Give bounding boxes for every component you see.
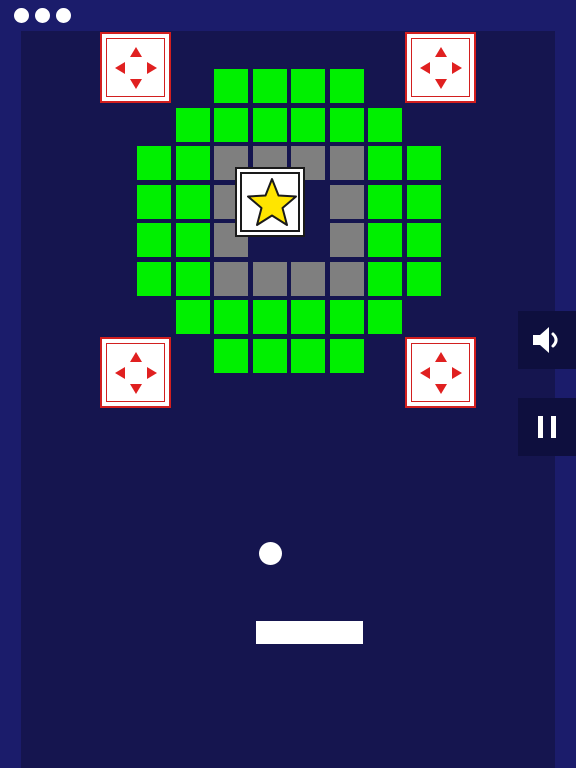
green-brick — [137, 184, 171, 219]
green-brick — [329, 300, 364, 334]
green-brick — [291, 107, 325, 142]
green-brick — [368, 184, 402, 219]
green-brick — [137, 146, 171, 180]
green-brick — [214, 107, 248, 142]
green-brick — [214, 300, 248, 334]
speaker-icon — [529, 322, 565, 358]
green-brick — [252, 69, 287, 103]
four-arrows-icon — [414, 346, 468, 400]
green-brick — [175, 261, 210, 296]
green-brick — [252, 338, 287, 373]
gray-brick — [252, 261, 287, 296]
green-brick — [368, 223, 402, 257]
gray-brick — [329, 261, 364, 296]
pause-icon — [532, 414, 562, 440]
ball — [259, 542, 282, 565]
green-brick — [291, 338, 325, 373]
green-brick — [214, 338, 248, 373]
gray-brick — [291, 261, 325, 296]
gray-brick — [329, 146, 364, 180]
four-arrows-icon — [109, 41, 163, 95]
green-brick — [214, 69, 248, 103]
star-brick — [234, 166, 305, 237]
green-brick — [406, 223, 441, 257]
star-icon — [243, 174, 301, 232]
move-brick-bottom-left — [100, 337, 171, 408]
green-brick — [406, 146, 441, 180]
four-arrows-icon — [414, 41, 468, 95]
green-brick — [175, 146, 210, 180]
green-brick — [291, 300, 325, 334]
green-brick — [252, 300, 287, 334]
green-brick — [368, 300, 402, 334]
green-brick — [368, 261, 402, 296]
four-arrows-icon — [109, 346, 163, 400]
green-brick — [406, 261, 441, 296]
move-brick-bottom-right — [405, 337, 476, 408]
green-brick — [329, 69, 364, 103]
green-brick — [291, 69, 325, 103]
green-brick — [175, 300, 210, 334]
move-brick-top-right — [405, 32, 476, 103]
move-brick-top-left — [100, 32, 171, 103]
gray-brick — [329, 223, 364, 257]
menu-dots-button[interactable] — [14, 7, 71, 23]
green-brick — [175, 107, 210, 142]
green-brick — [406, 184, 441, 219]
pause-button[interactable] — [518, 398, 576, 456]
sound-button[interactable] — [518, 311, 576, 369]
playfield[interactable] — [21, 31, 555, 768]
more-dots-icon — [14, 7, 29, 23]
green-brick — [329, 107, 364, 142]
more-dots-icon — [35, 7, 50, 23]
green-brick — [252, 107, 287, 142]
green-brick — [329, 338, 364, 373]
green-brick — [368, 107, 402, 142]
green-brick — [368, 146, 402, 180]
gray-brick — [329, 184, 364, 219]
more-dots-icon — [56, 7, 71, 23]
green-brick — [175, 223, 210, 257]
green-brick — [175, 184, 210, 219]
paddle[interactable] — [256, 621, 363, 644]
green-brick — [137, 223, 171, 257]
green-brick — [137, 261, 171, 296]
gray-brick — [214, 261, 248, 296]
